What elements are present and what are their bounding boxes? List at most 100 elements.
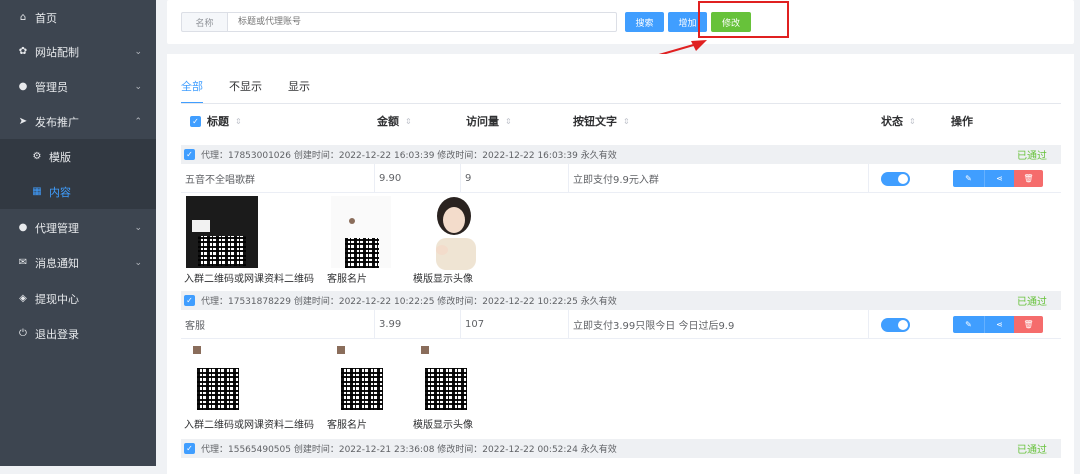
sidebar-item-content[interactable]: ▦ 内容: [0, 174, 156, 209]
tab-shown[interactable]: 显示: [288, 78, 310, 104]
chevron-down-icon: ⌄: [134, 222, 142, 233]
header-button-text[interactable]: 按钮文字 ⇕: [573, 106, 630, 136]
caption-card: 客服名片: [327, 274, 367, 285]
select-all-checkbox[interactable]: ✓: [190, 115, 201, 127]
caption-qr: 入群二维码或网课资料二维码: [184, 420, 314, 431]
sidebar-item-admin[interactable]: ● 管理员 ⌄: [0, 69, 156, 104]
cell-title: 五音不全唱歌群: [181, 164, 375, 193]
sidebar-item-label: 发布推广: [35, 115, 79, 129]
sidebar-item-label: 管理员: [35, 80, 68, 94]
status-badge: 已通过: [1017, 151, 1047, 162]
sidebar-item-agent[interactable]: ● 代理管理 ⌄: [0, 210, 156, 245]
sidebar: ⌂ 首页 ✿ 网站配制 ⌄ ● 管理员 ⌄ ➤ 发布推广 ⌃ ⚙ 模版 ▦ 内容…: [0, 0, 156, 466]
status-badge: 已通过: [1017, 297, 1047, 308]
service-card-image: [337, 346, 387, 412]
group-header: ✓ 代理：17853001026 创建时间：2022-12-22 16:03:3…: [181, 145, 1061, 164]
group-meta: 代理：17531878229 创建时间：2022-12-22 10:22:25 …: [201, 297, 617, 307]
header-actions: 操作: [951, 115, 973, 128]
status-toggle[interactable]: [881, 172, 910, 186]
image-row: 入群二维码或网课资料二维码 客服名片 模版显示头像: [181, 340, 1061, 432]
sidebar-item-notify[interactable]: ✉ 消息通知 ⌄: [0, 245, 156, 280]
sort-icon[interactable]: ⇕: [505, 117, 512, 126]
tab-all[interactable]: 全部: [181, 78, 203, 104]
header-status[interactable]: 状态 ⇕: [881, 106, 916, 136]
caption-avatar: 模版显示头像: [413, 420, 473, 431]
sidebar-item-logout[interactable]: ⏻ 退出登录: [0, 316, 156, 351]
share-icon[interactable]: ⋖: [984, 316, 1014, 333]
sidebar-item-label: 退出登录: [35, 327, 79, 341]
cell-button-text: 立即支付9.9元入群: [569, 164, 869, 193]
user-icon: ●: [18, 222, 28, 233]
search-input[interactable]: [227, 12, 617, 32]
sidebar-item-home[interactable]: ⌂ 首页: [0, 0, 156, 35]
service-card-image: [331, 196, 391, 268]
tab-divider: [181, 103, 1061, 104]
sidebar-item-label: 提现中心: [35, 292, 79, 306]
sidebar-item-site-config[interactable]: ✿ 网站配制 ⌄: [0, 34, 156, 69]
wallet-icon: ◈: [19, 293, 27, 304]
chevron-down-icon: ⌄: [134, 81, 142, 92]
cell-amount: 3.99: [375, 310, 461, 339]
cell-visits: 9: [461, 164, 569, 193]
sidebar-item-template[interactable]: ⚙ 模版: [0, 139, 156, 174]
row-checkbox[interactable]: ✓: [184, 443, 195, 454]
share-icon[interactable]: ⋖: [984, 170, 1014, 187]
sidebar-item-label: 代理管理: [35, 221, 79, 235]
sort-icon[interactable]: ⇕: [909, 117, 916, 126]
content-card: 全部 不显示 显示 ✓ 标题 ⇕ 金额 ⇕ 访问量 ⇕ 按钮文字 ⇕ 状态 ⇕ …: [167, 54, 1074, 474]
group-meta: 代理：15565490505 创建时间：2022-12-21 23:36:08 …: [201, 445, 617, 455]
home-icon: ⌂: [19, 12, 27, 23]
table-row: 客服 3.99 107 立即支付3.99只限今日 今日过后9.9 ✎ ⋖ 🗑: [181, 310, 1061, 339]
sidebar-item-label: 内容: [49, 185, 71, 199]
status-toggle[interactable]: [881, 318, 910, 332]
power-icon: ⏻: [19, 328, 27, 339]
image-row: 入群二维码或网课资料二维码 客服名片 模版显示头像: [181, 194, 1061, 286]
sort-icon[interactable]: ⇕: [623, 117, 630, 126]
delete-icon[interactable]: 🗑: [1014, 170, 1043, 187]
search-button[interactable]: 搜索: [625, 12, 664, 32]
group-meta: 代理：17853001026 创建时间：2022-12-22 16:03:39 …: [201, 151, 617, 161]
cell-button-text: 立即支付3.99只限今日 今日过后9.9: [569, 310, 869, 339]
status-badge: 已通过: [1017, 445, 1047, 456]
table-row: 五音不全唱歌群 9.90 9 立即支付9.9元入群 ✎ ⋖ 🗑: [181, 164, 1061, 193]
cell-visits: 107: [461, 310, 569, 339]
caption-avatar: 模版显示头像: [413, 274, 473, 285]
tab-hidden[interactable]: 不显示: [229, 78, 262, 104]
header-title[interactable]: ✓ 标题 ⇕: [190, 106, 242, 136]
sidebar-item-label: 网站配制: [35, 45, 79, 59]
caption-card: 客服名片: [327, 420, 367, 431]
user-icon: ●: [18, 81, 28, 92]
sidebar-item-publish[interactable]: ➤ 发布推广 ⌃: [0, 104, 156, 139]
caption-qr: 入群二维码或网课资料二维码: [184, 274, 314, 285]
chevron-down-icon: ⌄: [134, 46, 142, 57]
edit-icon[interactable]: ✎: [953, 316, 984, 333]
sidebar-item-withdraw[interactable]: ◈ 提现中心: [0, 281, 156, 316]
sort-icon[interactable]: ⇕: [235, 117, 242, 126]
chevron-down-icon: ⌄: [134, 257, 142, 268]
tab-bar: 全部 不显示 显示: [181, 78, 336, 104]
settings-icon: ⚙: [32, 151, 42, 162]
sidebar-item-label: 模版: [49, 150, 71, 164]
sidebar-item-label: 首页: [35, 11, 57, 25]
delete-icon[interactable]: 🗑: [1014, 316, 1043, 333]
edit-icon[interactable]: ✎: [953, 170, 984, 187]
sidebar-item-label: 消息通知: [35, 256, 79, 270]
header-amount[interactable]: 金额 ⇕: [377, 106, 412, 136]
group-header: ✓ 代理：17531878229 创建时间：2022-12-22 10:22:2…: [181, 291, 1061, 310]
sort-icon[interactable]: ⇕: [405, 117, 412, 126]
row-checkbox[interactable]: ✓: [184, 149, 195, 160]
content-icon: ▦: [32, 186, 42, 197]
search-label: 名称: [181, 12, 227, 32]
group-header: ✓ 代理：15565490505 创建时间：2022-12-21 23:36:0…: [181, 439, 1061, 458]
avatar: [421, 346, 471, 412]
cell-title: 客服: [181, 310, 375, 339]
cell-amount: 9.90: [375, 164, 461, 193]
chevron-up-icon: ⌃: [134, 116, 142, 127]
header-visits[interactable]: 访问量 ⇕: [466, 106, 512, 136]
table-header: ✓ 标题 ⇕ 金额 ⇕ 访问量 ⇕ 按钮文字 ⇕ 状态 ⇕ 操作: [181, 106, 1061, 136]
row-checkbox[interactable]: ✓: [184, 295, 195, 306]
avatar: [426, 194, 482, 270]
gear-icon: ✿: [18, 46, 28, 57]
group-qr-image: [193, 346, 243, 412]
mail-icon: ✉: [18, 257, 28, 268]
